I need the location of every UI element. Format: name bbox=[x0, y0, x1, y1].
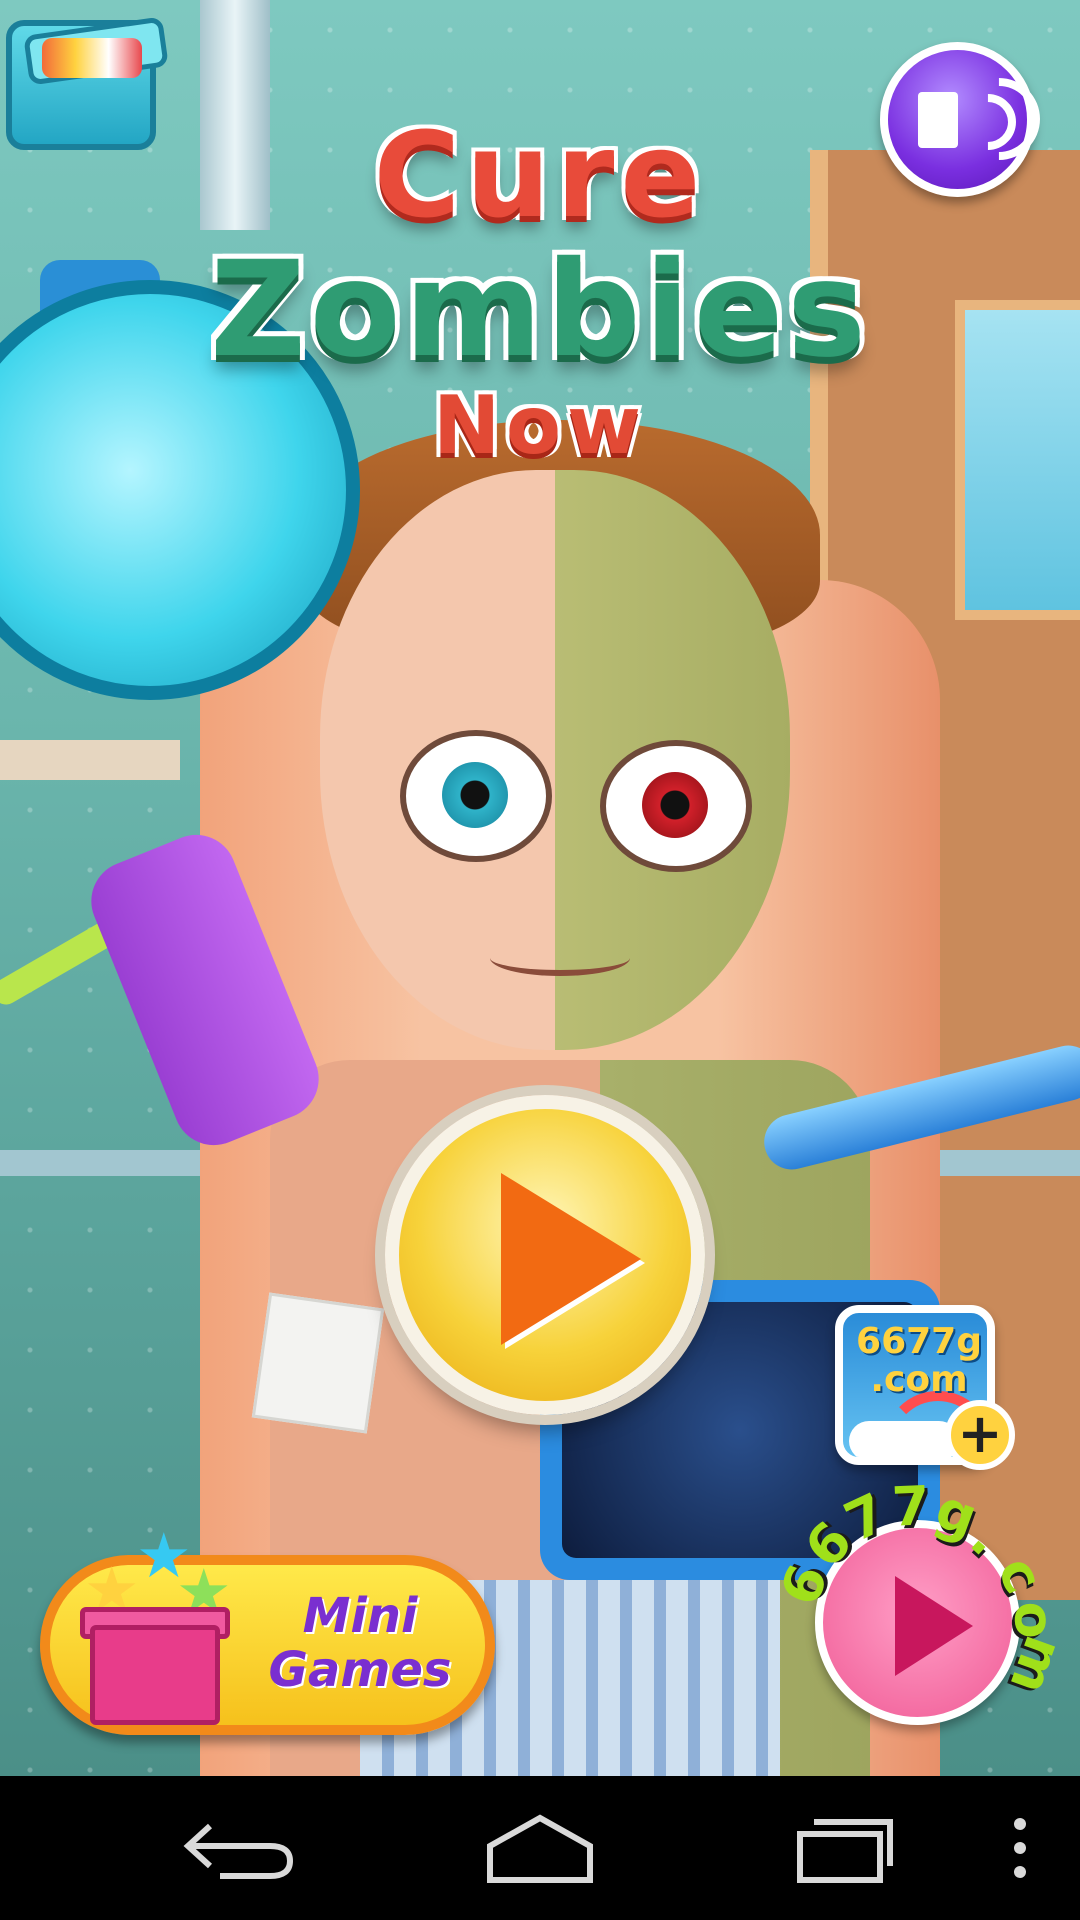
right-iris bbox=[642, 772, 708, 838]
sound-toggle-button[interactable] bbox=[880, 42, 1057, 197]
android-nav-bar bbox=[0, 1776, 1080, 1920]
mini-games-button[interactable]: ★ ★ ★ Mini Games bbox=[40, 1525, 495, 1735]
arm-bandage bbox=[251, 1292, 385, 1434]
left-iris bbox=[442, 762, 508, 828]
toybox-button[interactable] bbox=[6, 16, 169, 150]
gift-icon: ★ ★ ★ bbox=[78, 1525, 238, 1725]
title-line-zombies: Zombies bbox=[210, 233, 870, 387]
speaker-icon bbox=[918, 92, 958, 148]
plus-icon[interactable]: + bbox=[945, 1400, 1015, 1470]
cloud-icon bbox=[849, 1421, 959, 1457]
right-eye bbox=[600, 740, 752, 872]
overflow-menu-icon[interactable] bbox=[990, 1806, 1050, 1890]
game-screen: Cure Zombies Now ★ ★ ★ Mini Games 6677g … bbox=[0, 0, 1080, 1776]
back-icon[interactable] bbox=[180, 1806, 300, 1890]
play-button[interactable] bbox=[385, 1095, 705, 1415]
game-title: Cure Zombies Now bbox=[80, 110, 1000, 472]
toybox-icon bbox=[42, 38, 142, 78]
shelf bbox=[0, 740, 180, 780]
recent-apps-icon[interactable] bbox=[780, 1806, 900, 1890]
site-ring-char: c bbox=[985, 1547, 1056, 1603]
home-icon[interactable] bbox=[480, 1806, 600, 1890]
mini-games-label: Mini Games bbox=[268, 1588, 452, 1698]
play-icon bbox=[501, 1173, 641, 1345]
title-line-now: Now bbox=[433, 379, 647, 472]
site-ring-char: 7 bbox=[890, 1474, 931, 1539]
patient-mouth bbox=[490, 940, 630, 976]
logo-text: 6677g .com bbox=[856, 1321, 982, 1400]
left-eye bbox=[400, 730, 552, 862]
title-line-cure: Cure bbox=[373, 106, 707, 244]
site-ring-text: 6677g.com bbox=[768, 1474, 1075, 1760]
gift-box bbox=[90, 1625, 220, 1725]
